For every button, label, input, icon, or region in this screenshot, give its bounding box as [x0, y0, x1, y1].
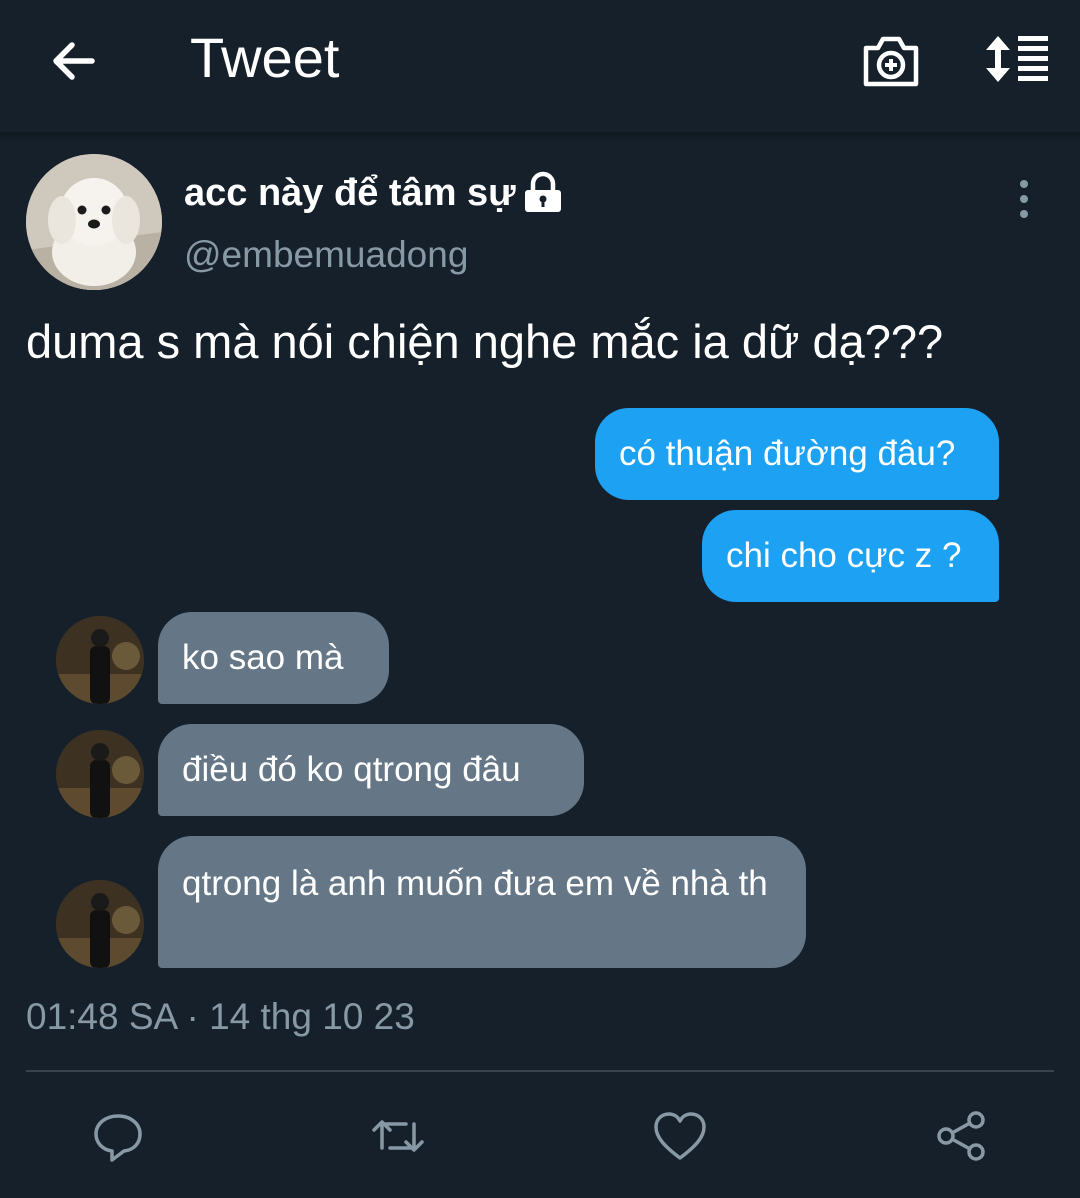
reply-icon [94, 1114, 142, 1162]
app-header: Tweet [0, 0, 1080, 134]
chat-bubble-received: qtrong là anh muốn đưa em về nhà th [158, 836, 806, 968]
back-button[interactable] [46, 33, 102, 89]
page-title: Tweet [190, 26, 340, 89]
tweet-timestamp: 01:48 SA · 14 thg 10 23 [26, 996, 415, 1037]
chat-bubble-received: ko sao mà [158, 612, 389, 704]
sort-button[interactable] [980, 30, 1054, 90]
sender-avatar [56, 880, 144, 968]
tweet-text: duma s mà nói chiện nghe mắc ia dữ dạ??? [26, 315, 944, 368]
lock-icon [520, 170, 566, 216]
more-vertical-icon [1020, 180, 1028, 218]
camera-add-icon [863, 36, 919, 87]
reply-button[interactable] [90, 1108, 146, 1164]
camera-button[interactable] [858, 30, 924, 90]
chat-bubble-sent: chi cho cực z ? [702, 510, 999, 602]
chat-bubble-sent: có thuận đường đâu? [595, 408, 999, 500]
author-avatar[interactable] [26, 154, 162, 290]
like-icon [654, 1112, 706, 1160]
chat-bubble-received: điều đó ko qtrong đâu [158, 724, 584, 816]
like-button[interactable] [652, 1108, 708, 1164]
author-name[interactable]: acc này để tâm sự [184, 170, 516, 216]
retweet-button[interactable] [370, 1108, 426, 1164]
arrow-left-icon [53, 42, 95, 80]
sender-avatar [56, 616, 144, 704]
more-options-button[interactable] [1000, 176, 1048, 224]
divider [26, 1070, 1054, 1072]
author-handle[interactable]: @embemuadong [184, 232, 468, 278]
dog-avatar-image [26, 154, 162, 290]
share-button[interactable] [934, 1108, 990, 1164]
share-icon [937, 1111, 985, 1161]
sender-avatar [56, 730, 144, 818]
retweet-icon [372, 1120, 424, 1152]
sort-list-icon [986, 36, 1048, 82]
